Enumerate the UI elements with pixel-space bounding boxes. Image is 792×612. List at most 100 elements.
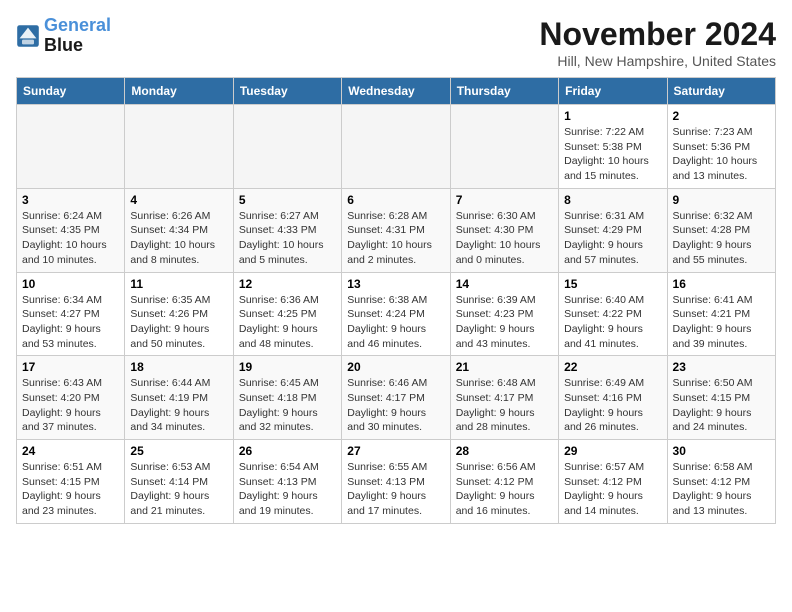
weekday-cell: Wednesday	[342, 78, 450, 105]
calendar-table: SundayMondayTuesdayWednesdayThursdayFrid…	[16, 77, 776, 524]
calendar-day-cell: 28 Sunrise: 6:56 AM Sunset: 4:12 PM Dayli…	[450, 440, 558, 524]
day-info: Sunrise: 6:41 AM Sunset: 4:21 PM Dayligh…	[673, 293, 770, 352]
day-number: 13	[347, 277, 444, 291]
day-info: Sunrise: 6:43 AM Sunset: 4:20 PM Dayligh…	[22, 376, 119, 435]
day-number: 25	[130, 444, 227, 458]
day-info: Sunrise: 6:44 AM Sunset: 4:19 PM Dayligh…	[130, 376, 227, 435]
day-number: 29	[564, 444, 661, 458]
calendar-day-cell: 18Sunrise: 6:44 AM Sunset: 4:19 PM Dayli…	[125, 356, 233, 440]
day-number: 22	[564, 360, 661, 374]
calendar-day-cell: 21 Sunrise: 6:48 AM Sunset: 4:17 PM Dayli…	[450, 356, 558, 440]
calendar-day-cell: 3 Sunrise: 6:24 AM Sunset: 4:35 PM Daylig…	[17, 188, 125, 272]
day-number: 15	[564, 277, 661, 291]
day-number: 9	[673, 193, 770, 207]
month-title: November 2024	[539, 16, 776, 53]
calendar-day-cell: 26 Sunrise: 6:54 AM Sunset: 4:13 PM Dayli…	[233, 440, 341, 524]
day-info: Sunrise: 6:30 AM Sunset: 4:30 PM Dayligh…	[456, 209, 553, 268]
calendar-day-cell: 30Sunrise: 6:58 AM Sunset: 4:12 PM Dayli…	[667, 440, 775, 524]
calendar-day-cell: 17 Sunrise: 6:43 AM Sunset: 4:20 PM Dayli…	[17, 356, 125, 440]
calendar-day-cell: 16 Sunrise: 6:41 AM Sunset: 4:21 PM Dayli…	[667, 272, 775, 356]
day-info: Sunrise: 7:22 AM Sunset: 5:38 PM Dayligh…	[564, 125, 661, 184]
day-number: 14	[456, 277, 553, 291]
calendar-day-cell: 27 Sunrise: 6:55 AM Sunset: 4:13 PM Dayli…	[342, 440, 450, 524]
day-info: Sunrise: 6:53 AM Sunset: 4:14 PM Dayligh…	[130, 460, 227, 519]
title-area: November 2024 Hill, New Hampshire, Unite…	[539, 16, 776, 69]
calendar-day-cell: 24 Sunrise: 6:51 AM Sunset: 4:15 PM Dayli…	[17, 440, 125, 524]
calendar-day-cell: 6Sunrise: 6:28 AM Sunset: 4:31 PM Daylig…	[342, 188, 450, 272]
day-number: 17	[22, 360, 119, 374]
day-info: Sunrise: 6:35 AM Sunset: 4:26 PM Dayligh…	[130, 293, 227, 352]
day-number: 24	[22, 444, 119, 458]
day-number: 6	[347, 193, 444, 207]
day-number: 10	[22, 277, 119, 291]
calendar-day-cell: 12 Sunrise: 6:36 AM Sunset: 4:25 PM Dayli…	[233, 272, 341, 356]
calendar-day-cell: 25 Sunrise: 6:53 AM Sunset: 4:14 PM Dayli…	[125, 440, 233, 524]
day-number: 5	[239, 193, 336, 207]
day-info: Sunrise: 6:55 AM Sunset: 4:13 PM Dayligh…	[347, 460, 444, 519]
day-info: Sunrise: 6:56 AM Sunset: 4:12 PM Dayligh…	[456, 460, 553, 519]
calendar-day-cell: 23Sunrise: 6:50 AM Sunset: 4:15 PM Dayli…	[667, 356, 775, 440]
day-number: 12	[239, 277, 336, 291]
logo: General Blue	[16, 16, 111, 56]
calendar-day-cell	[450, 105, 558, 189]
day-number: 26	[239, 444, 336, 458]
day-info: Sunrise: 6:46 AM Sunset: 4:17 PM Dayligh…	[347, 376, 444, 435]
calendar-week-row: 3 Sunrise: 6:24 AM Sunset: 4:35 PM Daylig…	[17, 188, 776, 272]
day-number: 2	[673, 109, 770, 123]
weekday-cell: Thursday	[450, 78, 558, 105]
day-info: Sunrise: 6:40 AM Sunset: 4:22 PM Dayligh…	[564, 293, 661, 352]
calendar-body: 1 Sunrise: 7:22 AM Sunset: 5:38 PM Daylig…	[17, 105, 776, 524]
calendar-day-cell: 2 Sunrise: 7:23 AM Sunset: 5:36 PM Daylig…	[667, 105, 775, 189]
location-title: Hill, New Hampshire, United States	[539, 53, 776, 69]
day-number: 23	[673, 360, 770, 374]
day-number: 16	[673, 277, 770, 291]
calendar-day-cell: 4 Sunrise: 6:26 AM Sunset: 4:34 PM Daylig…	[125, 188, 233, 272]
calendar-week-row: 24 Sunrise: 6:51 AM Sunset: 4:15 PM Dayli…	[17, 440, 776, 524]
day-info: Sunrise: 6:38 AM Sunset: 4:24 PM Dayligh…	[347, 293, 444, 352]
calendar-day-cell	[342, 105, 450, 189]
calendar-day-cell: 10Sunrise: 6:34 AM Sunset: 4:27 PM Dayli…	[17, 272, 125, 356]
day-info: Sunrise: 6:27 AM Sunset: 4:33 PM Dayligh…	[239, 209, 336, 268]
calendar-day-cell: 5 Sunrise: 6:27 AM Sunset: 4:33 PM Daylig…	[233, 188, 341, 272]
day-info: Sunrise: 6:51 AM Sunset: 4:15 PM Dayligh…	[22, 460, 119, 519]
day-number: 11	[130, 277, 227, 291]
calendar-day-cell: 19Sunrise: 6:45 AM Sunset: 4:18 PM Dayli…	[233, 356, 341, 440]
day-number: 4	[130, 193, 227, 207]
day-number: 27	[347, 444, 444, 458]
weekday-cell: Friday	[559, 78, 667, 105]
calendar-week-row: 17 Sunrise: 6:43 AM Sunset: 4:20 PM Dayli…	[17, 356, 776, 440]
day-number: 3	[22, 193, 119, 207]
calendar-day-cell	[17, 105, 125, 189]
calendar-day-cell: 22 Sunrise: 6:49 AM Sunset: 4:16 PM Dayli…	[559, 356, 667, 440]
day-info: Sunrise: 6:36 AM Sunset: 4:25 PM Dayligh…	[239, 293, 336, 352]
day-info: Sunrise: 6:32 AM Sunset: 4:28 PM Dayligh…	[673, 209, 770, 268]
day-number: 7	[456, 193, 553, 207]
calendar-day-cell: 13 Sunrise: 6:38 AM Sunset: 4:24 PM Dayli…	[342, 272, 450, 356]
day-info: Sunrise: 7:23 AM Sunset: 5:36 PM Dayligh…	[673, 125, 770, 184]
day-info: Sunrise: 6:48 AM Sunset: 4:17 PM Dayligh…	[456, 376, 553, 435]
day-number: 21	[456, 360, 553, 374]
calendar-day-cell	[233, 105, 341, 189]
calendar-day-cell: 7 Sunrise: 6:30 AM Sunset: 4:30 PM Daylig…	[450, 188, 558, 272]
header: General Blue November 2024 Hill, New Ham…	[16, 16, 776, 69]
calendar-week-row: 1 Sunrise: 7:22 AM Sunset: 5:38 PM Daylig…	[17, 105, 776, 189]
weekday-cell: Sunday	[17, 78, 125, 105]
day-info: Sunrise: 6:24 AM Sunset: 4:35 PM Dayligh…	[22, 209, 119, 268]
day-number: 28	[456, 444, 553, 458]
weekday-cell: Tuesday	[233, 78, 341, 105]
day-number: 8	[564, 193, 661, 207]
calendar-day-cell: 9 Sunrise: 6:32 AM Sunset: 4:28 PM Daylig…	[667, 188, 775, 272]
day-number: 1	[564, 109, 661, 123]
calendar-day-cell: 15 Sunrise: 6:40 AM Sunset: 4:22 PM Dayli…	[559, 272, 667, 356]
day-info: Sunrise: 6:26 AM Sunset: 4:34 PM Dayligh…	[130, 209, 227, 268]
logo-icon	[16, 24, 40, 48]
day-number: 19	[239, 360, 336, 374]
day-info: Sunrise: 6:54 AM Sunset: 4:13 PM Dayligh…	[239, 460, 336, 519]
calendar-day-cell: 8Sunrise: 6:31 AM Sunset: 4:29 PM Daylig…	[559, 188, 667, 272]
day-number: 30	[673, 444, 770, 458]
weekday-cell: Monday	[125, 78, 233, 105]
calendar-week-row: 10Sunrise: 6:34 AM Sunset: 4:27 PM Dayli…	[17, 272, 776, 356]
day-info: Sunrise: 6:49 AM Sunset: 4:16 PM Dayligh…	[564, 376, 661, 435]
calendar-day-cell	[125, 105, 233, 189]
day-number: 20	[347, 360, 444, 374]
